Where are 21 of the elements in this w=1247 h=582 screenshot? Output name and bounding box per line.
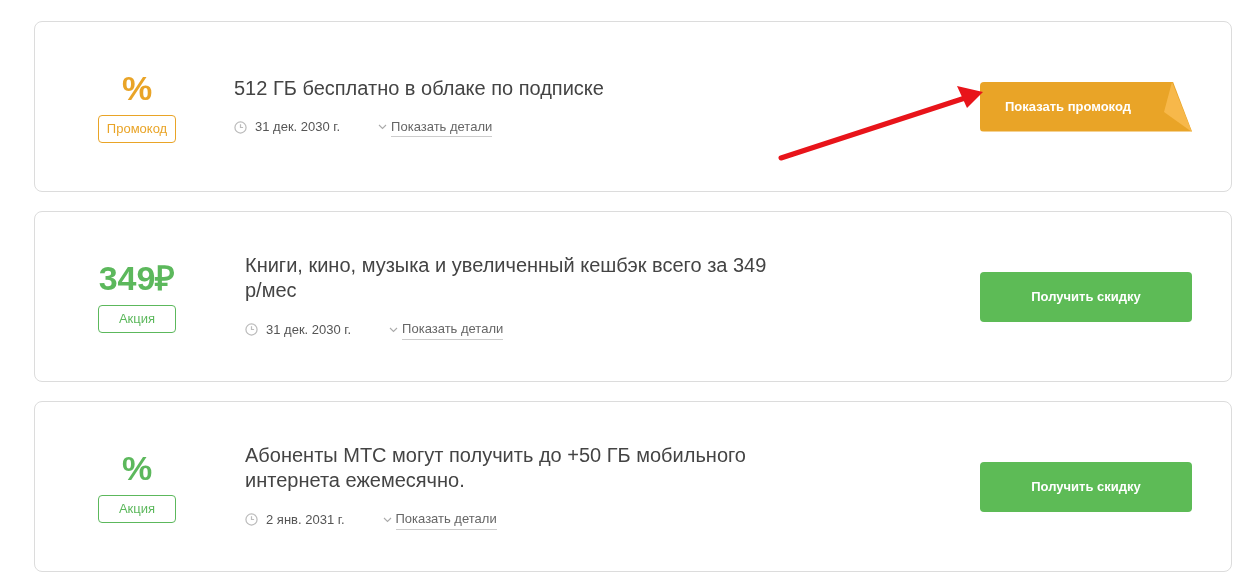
show-details-link[interactable]: Показать детали — [402, 319, 504, 340]
offer-tag: Акция — [98, 495, 176, 523]
show-details-link[interactable]: Показать детали — [395, 509, 497, 530]
offer-tag: Промокод — [97, 115, 177, 143]
offer-title: Абоненты МТС могут получить до +50 ГБ мобильного интернета ежемесячно. — [245, 443, 747, 494]
chevron-down-icon — [389, 326, 399, 333]
show-details-link[interactable]: Показать детали — [391, 116, 493, 138]
clock-icon — [245, 513, 258, 526]
clock-icon — [245, 323, 258, 336]
offer-value: % — [121, 450, 153, 488]
offer-title: Книги, кино, музыка и увеличенный кешбэк всего за 349 р/мес — [245, 253, 768, 304]
offer-value: % — [121, 70, 153, 108]
expiry-date: 31 дек. 2030 г. — [255, 118, 341, 137]
expiry-date: 2 янв. 2031 г. — [266, 510, 345, 529]
offer-value: 349₽ — [98, 260, 176, 298]
chevron-down-icon — [378, 124, 388, 130]
chevron-down-icon — [382, 516, 392, 523]
expiry-date: 31 дек. 2030 г. — [266, 320, 352, 339]
clock-icon — [234, 120, 247, 134]
offer-title: 512 ГБ бесплатно в облаке по подписке — [234, 75, 605, 101]
offer-tag: Акция — [98, 305, 176, 333]
